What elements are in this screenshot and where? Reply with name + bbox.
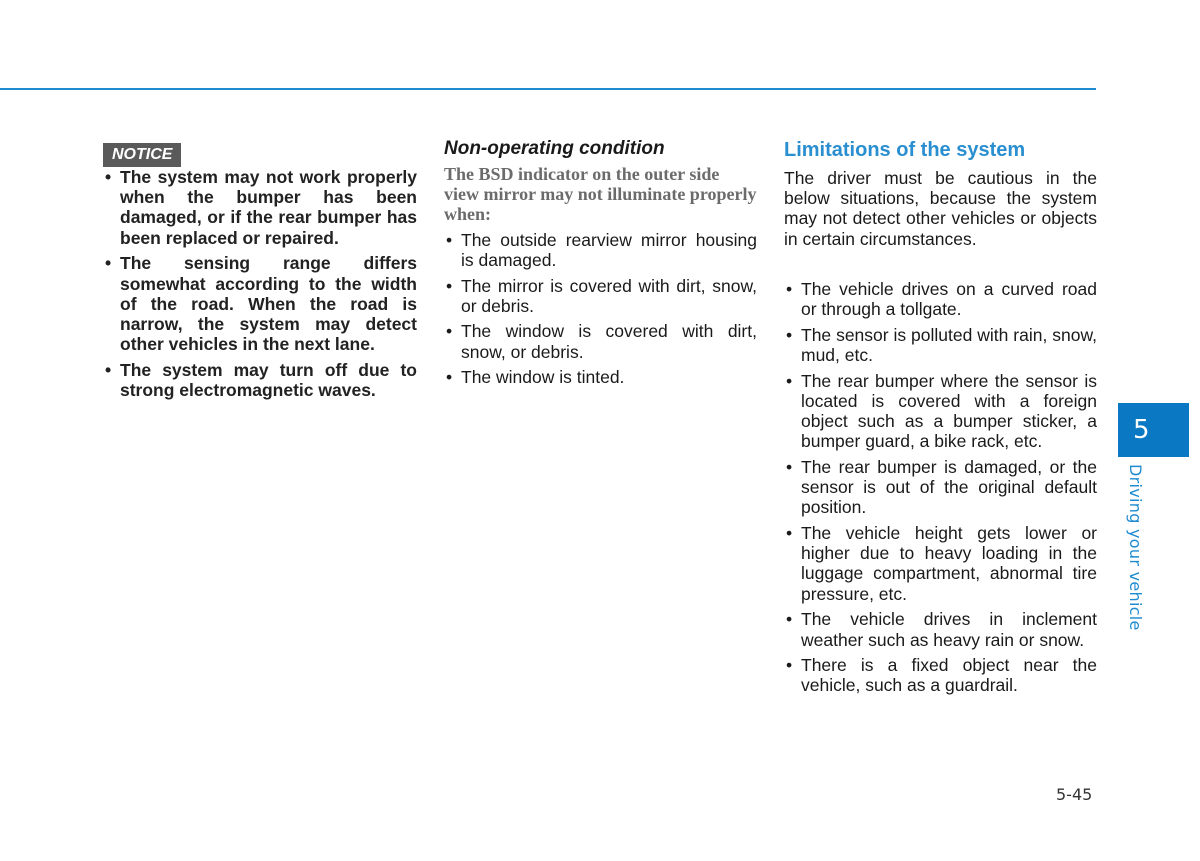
non-operating-heading: Non-operating condition: [444, 138, 665, 159]
limitations-item: The rear bumper is damaged, or the senso…: [784, 457, 1097, 518]
limitations-item: There is a fixed object near the vehicle…: [784, 655, 1097, 695]
non-operating-item: The window is tinted.: [444, 367, 757, 387]
limitations-item: The sensor is polluted with rain, snow, …: [784, 325, 1097, 365]
limitations-column: Limitations of the system The driver mus…: [784, 138, 1097, 701]
limitations-heading: Limitations of the system: [784, 139, 1026, 161]
non-operating-item: The window is covered with dirt, snow, o…: [444, 321, 757, 361]
chapter-tab: 5: [1118, 403, 1189, 457]
header-rule: [0, 88, 1096, 90]
limitations-list: The vehicle drives on a curved road or t…: [784, 279, 1097, 696]
notice-item: The system may turn off due to strong el…: [103, 360, 417, 400]
non-operating-lead: The BSD indicator on the outer side view…: [444, 164, 757, 225]
notice-column: NOTICE The system may not work properly …: [103, 138, 417, 406]
non-operating-list: The outside rearview mirror housing is d…: [444, 230, 757, 388]
limitations-intro: The driver must be cautious in the below…: [784, 168, 1097, 249]
notice-list: The system may not work properly when th…: [103, 167, 417, 400]
chapter-label: Driving your vehicle: [1126, 464, 1145, 631]
limitations-item: The rear bumper where the sensor is loca…: [784, 371, 1097, 452]
non-operating-item: The outside rearview mirror housing is d…: [444, 230, 757, 270]
chapter-number: 5: [1133, 415, 1150, 445]
limitations-item: The vehicle height gets lower or higher …: [784, 523, 1097, 604]
limitations-item: The vehicle drives on a curved road or t…: [784, 279, 1097, 319]
notice-item: The sensing range differs somewhat accor…: [103, 253, 417, 354]
non-operating-item: The mirror is covered with dirt, snow, o…: [444, 276, 757, 316]
non-operating-column: Non-operating condition The BSD indicato…: [444, 138, 757, 393]
notice-badge: NOTICE: [103, 143, 182, 167]
limitations-item: The vehicle drives in inclement weather …: [784, 609, 1097, 649]
page-number: 5-45: [1056, 785, 1093, 804]
notice-item: The system may not work properly when th…: [103, 167, 417, 248]
